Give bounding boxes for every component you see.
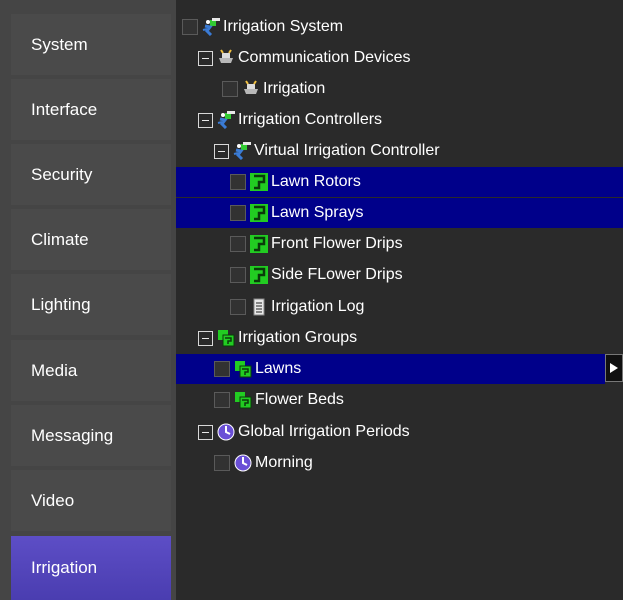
group-icon xyxy=(235,392,252,409)
sidebar-item-label: Lighting xyxy=(31,294,91,314)
clock-icon xyxy=(234,454,252,472)
tree-row-label: Front Flower Drips xyxy=(271,235,403,252)
tree-row-label: Morning xyxy=(255,454,313,471)
tree-row-global-irrigation-periods[interactable]: Global Irrigation Periods xyxy=(176,417,623,447)
tree-row-label: Lawns xyxy=(255,360,302,377)
collapse-toggle[interactable] xyxy=(198,330,213,346)
sidebar-item-lighting[interactable]: Lighting xyxy=(11,274,171,335)
sidebar-item-system[interactable]: System xyxy=(11,14,171,75)
sidebar-item-media[interactable]: Media xyxy=(11,340,171,401)
app-window: System Interface Security Climate Lighti… xyxy=(0,0,623,600)
sidebar-item-label: Irrigation xyxy=(31,558,98,577)
sidebar-item-video[interactable]: Video xyxy=(11,470,171,531)
expand-arrow-button[interactable] xyxy=(605,354,623,382)
checkbox[interactable] xyxy=(230,267,246,283)
sidebar-item-label: Messaging xyxy=(31,425,114,445)
group-icon xyxy=(235,361,252,378)
tree-row-label: Flower Beds xyxy=(255,391,344,408)
tree-row-label: Global Irrigation Periods xyxy=(238,423,410,440)
sidebar-item-label: System xyxy=(31,34,88,54)
sidebar-item-label: Video xyxy=(31,490,75,510)
checkbox[interactable] xyxy=(214,361,230,377)
device-icon xyxy=(219,49,233,63)
checkbox[interactable] xyxy=(182,19,198,35)
tree-row-irrigation-groups[interactable]: Irrigation Groups xyxy=(176,323,623,353)
sidebar-item-security[interactable]: Security xyxy=(11,144,171,205)
group-icon xyxy=(218,330,235,347)
checkbox[interactable] xyxy=(214,392,230,408)
sidebar-item-irrigation[interactable]: Irrigation xyxy=(11,536,171,600)
valve-icon xyxy=(250,235,268,253)
tree-row-label: Irrigation Groups xyxy=(238,329,358,346)
valve-icon xyxy=(250,173,268,191)
tree-row-label: Lawn Rotors xyxy=(271,173,361,190)
tree-row-communication-devices[interactable]: Communication Devices xyxy=(176,43,623,73)
sprinkler-icon xyxy=(217,111,235,129)
tree-row-irrigation-device[interactable]: Irrigation xyxy=(176,74,623,104)
checkbox[interactable] xyxy=(230,205,246,221)
tree-row-lawn-rotors[interactable]: Lawn Rotors xyxy=(176,167,623,197)
sprinkler-icon xyxy=(233,142,251,160)
sprinkler-icon xyxy=(202,18,220,36)
tree-row-label: Virtual Irrigation Controller xyxy=(254,142,440,159)
checkbox[interactable] xyxy=(230,299,246,315)
valve-icon xyxy=(250,204,268,222)
tree-row-lawn-sprays[interactable]: Lawn Sprays xyxy=(176,198,623,228)
tree-panel: Irrigation System Communication Devices … xyxy=(176,0,623,600)
valve-icon xyxy=(250,266,268,284)
collapse-toggle[interactable] xyxy=(198,424,213,440)
collapse-toggle[interactable] xyxy=(198,112,213,128)
tree-row-lawns[interactable]: Lawns xyxy=(176,354,605,384)
checkbox[interactable] xyxy=(230,174,246,190)
checkbox[interactable] xyxy=(230,236,246,252)
sidebar-item-label: Security xyxy=(31,164,93,184)
tree-row-flower-beds[interactable]: Flower Beds xyxy=(176,385,623,415)
tree-row-irrigation-system[interactable]: Irrigation System xyxy=(176,12,623,42)
sidebar: System Interface Security Climate Lighti… xyxy=(0,0,176,600)
tree-row-label: Irrigation Controllers xyxy=(238,111,383,128)
tree-row-label: Side FLower Drips xyxy=(271,266,403,283)
sidebar-item-label: Climate xyxy=(31,229,89,249)
collapse-toggle[interactable] xyxy=(198,50,213,66)
sidebar-item-climate[interactable]: Climate xyxy=(11,209,171,270)
clock-icon xyxy=(217,423,235,441)
tree-row-irrigation-log[interactable]: Irrigation Log xyxy=(176,292,623,322)
sidebar-item-interface[interactable]: Interface xyxy=(11,79,171,140)
tree-row-label: Irrigation xyxy=(263,80,326,97)
sidebar-item-label: Media xyxy=(31,360,78,380)
play-arrow-icon xyxy=(610,363,618,373)
log-icon xyxy=(253,298,265,316)
checkbox[interactable] xyxy=(222,81,238,97)
tree-row-label: Irrigation Log xyxy=(271,298,365,315)
tree-row-label: Communication Devices xyxy=(238,49,411,66)
tree-row-morning[interactable]: Morning xyxy=(176,448,623,478)
checkbox[interactable] xyxy=(214,455,230,471)
sidebar-item-label: Interface xyxy=(31,99,98,119)
tree-row-label: Irrigation System xyxy=(223,18,344,35)
tree-row-irrigation-controllers[interactable]: Irrigation Controllers xyxy=(176,105,623,135)
device-icon xyxy=(244,80,258,94)
tree-row-label: Lawn Sprays xyxy=(271,204,364,221)
sidebar-item-messaging[interactable]: Messaging xyxy=(11,405,171,466)
collapse-toggle[interactable] xyxy=(214,143,229,159)
tree-row-virtual-irrigation-controller[interactable]: Virtual Irrigation Controller xyxy=(176,136,623,166)
tree-row-front-flower-drips[interactable]: Front Flower Drips xyxy=(176,229,623,259)
tree-row-side-flower-drips[interactable]: Side FLower Drips xyxy=(176,260,623,290)
